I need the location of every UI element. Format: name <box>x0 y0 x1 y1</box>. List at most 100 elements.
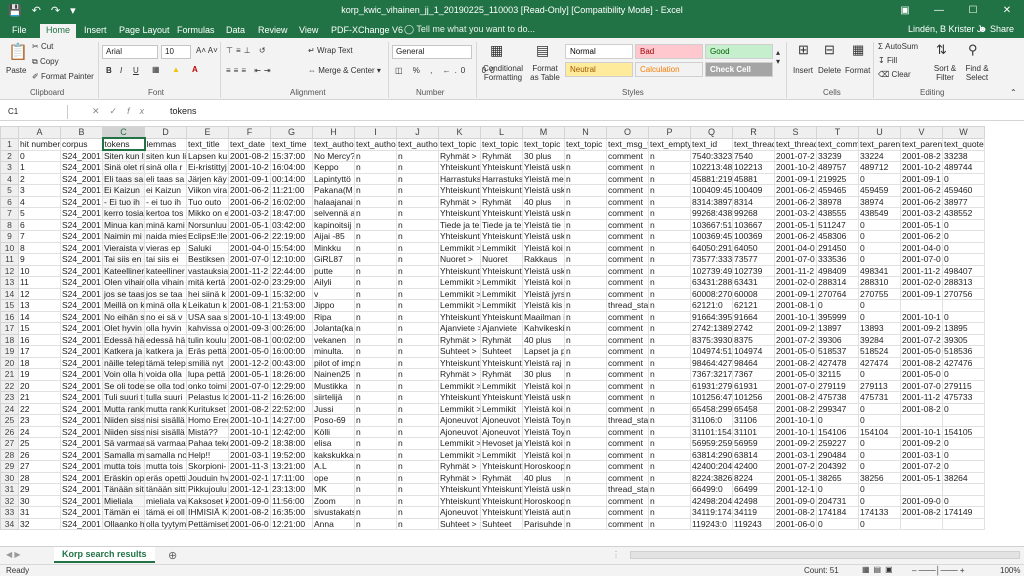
cell[interactable]: naida mies <box>144 230 187 243</box>
cell[interactable]: 2001-08-2 <box>228 402 271 415</box>
cell[interactable]: Ollaanko h <box>102 517 145 530</box>
cell[interactable]: n <box>396 207 439 220</box>
cell[interactable]: Ailyli <box>312 276 355 289</box>
cell[interactable]: n <box>564 425 607 438</box>
cell[interactable]: 2001-03-2 <box>774 207 817 220</box>
cell[interactable]: nisi sisällä <box>144 425 187 438</box>
cell[interactable]: 427474 <box>858 356 901 369</box>
cell[interactable]: 38265 <box>816 471 859 484</box>
cell[interactable]: 0 <box>858 299 901 312</box>
cell[interactable]: 427478 <box>816 356 859 369</box>
cell[interactable]: 00:02:00 <box>270 333 313 346</box>
cell[interactable]: comment <box>606 172 649 185</box>
cell[interactable]: 73577 <box>732 253 775 266</box>
cell[interactable]: S24_2001 <box>60 333 103 346</box>
column-header[interactable]: M <box>522 126 565 139</box>
cell[interactable]: text_paren <box>900 137 943 151</box>
cell[interactable]: Yleistä usk <box>522 483 565 496</box>
cell[interactable] <box>900 414 943 427</box>
cell[interactable]: n <box>648 172 691 185</box>
cell[interactable]: 288310 <box>858 276 901 289</box>
cell[interactable]: Ryhmät <box>480 333 523 346</box>
cell[interactable]: 14 <box>18 310 61 323</box>
cell[interactable]: 30 <box>18 494 61 507</box>
cell[interactable]: text_topic <box>522 137 565 151</box>
cell[interactable]: Kaksoset k <box>186 494 229 507</box>
cell[interactable]: 2001-02-0 <box>900 276 943 289</box>
cell[interactable]: kahvissa o <box>186 322 229 335</box>
cell[interactable]: thread_sta <box>606 414 649 427</box>
row-header[interactable]: 10 <box>0 241 19 254</box>
cell[interactable]: Ryhmät <box>480 471 523 484</box>
cell[interactable]: n <box>354 379 397 392</box>
cell[interactable]: Järjen käy <box>186 172 229 185</box>
cell[interactable] <box>900 483 943 496</box>
cell[interactable]: n <box>564 310 607 323</box>
cell[interactable]: text_thread <box>732 137 775 151</box>
row-header[interactable]: 23 <box>0 391 19 404</box>
cell[interactable]: Pakana(M <box>312 184 355 197</box>
cell[interactable]: n <box>354 471 397 484</box>
cell[interactable]: Mikko on e <box>186 207 229 220</box>
cell[interactable]: comment <box>606 333 649 346</box>
cell[interactable]: 0 <box>816 414 859 427</box>
cell[interactable]: Sinä olet ri <box>102 161 145 174</box>
row-header[interactable]: 9 <box>0 230 19 243</box>
cell[interactable]: comment <box>606 368 649 381</box>
cell[interactable]: edessä hä <box>144 333 187 346</box>
cell[interactable]: elisa <box>312 437 355 450</box>
underline-button[interactable]: U <box>133 66 139 75</box>
cell[interactable]: tokens <box>101 137 146 151</box>
cell[interactable]: 2001-08-2 <box>774 506 817 519</box>
cell[interactable]: Siten kun l <box>102 149 145 162</box>
cell[interactable]: 18:47:00 <box>270 207 313 220</box>
cell[interactable]: 5 <box>18 207 61 220</box>
cell[interactable]: Ajoneuvot <box>480 425 523 438</box>
cell[interactable]: Olen vihain <box>102 276 145 289</box>
cell[interactable]: sivustakats <box>312 506 355 519</box>
cell[interactable]: 100369:45 <box>690 230 733 243</box>
cell[interactable]: katkera ja <box>144 345 187 358</box>
fill-button[interactable]: ↧ Fill <box>878 56 897 65</box>
name-box[interactable]: C1 <box>4 105 68 119</box>
cell[interactable]: 518537 <box>816 345 859 358</box>
cell[interactable]: 31101 <box>732 425 775 438</box>
cell[interactable]: comment <box>606 506 649 519</box>
cell[interactable]: Eräskin op <box>102 471 145 484</box>
cell[interactable]: 0 <box>942 448 985 461</box>
row-header[interactable]: 15 <box>0 299 19 312</box>
cell[interactable]: 0 <box>942 241 985 254</box>
font-color-icon[interactable]: A <box>192 65 198 74</box>
cell[interactable]: Ryhmät > <box>438 471 481 484</box>
column-header[interactable]: P <box>648 126 691 139</box>
cell[interactable]: text_author <box>312 137 355 151</box>
cell[interactable]: n <box>648 425 691 438</box>
cell[interactable]: 0 <box>816 483 859 496</box>
cell[interactable]: comment <box>606 195 649 208</box>
cell[interactable]: 12:10:00 <box>270 253 313 266</box>
cell[interactable]: 0 <box>18 149 61 162</box>
cell[interactable]: n <box>564 161 607 174</box>
styles-scroll-icon[interactable]: ▴ ▾ <box>776 48 780 66</box>
cell[interactable]: 73577:333 <box>690 253 733 266</box>
bold-button[interactable]: B <box>106 66 112 75</box>
row-header[interactable]: 4 <box>0 172 19 185</box>
cell[interactable]: n <box>564 253 607 266</box>
cell[interactable]: n <box>648 471 691 484</box>
cell[interactable]: 2001-08-2 <box>900 402 943 415</box>
cell[interactable]: 2001-06-2 <box>228 195 271 208</box>
cell[interactable]: 39305 <box>942 333 985 346</box>
cell[interactable]: n <box>396 471 439 484</box>
cell[interactable]: Lemmikit <box>480 287 523 300</box>
cell[interactable]: corpus <box>60 137 103 151</box>
cell[interactable]: n <box>354 391 397 404</box>
grow-font-icon[interactable]: A˄ A˅ <box>196 46 218 55</box>
cell[interactable]: 2001-11-2 <box>228 391 271 404</box>
cell[interactable]: n <box>396 460 439 473</box>
cell[interactable]: 2001-08-2 <box>900 356 943 369</box>
cell[interactable]: Lemmikit > <box>438 379 481 392</box>
cell[interactable]: S24_2001 <box>60 425 103 438</box>
cell[interactable]: 2001-07-2 <box>774 460 817 473</box>
cell[interactable]: 45881:219 <box>690 172 733 185</box>
cell[interactable]: n <box>648 345 691 358</box>
